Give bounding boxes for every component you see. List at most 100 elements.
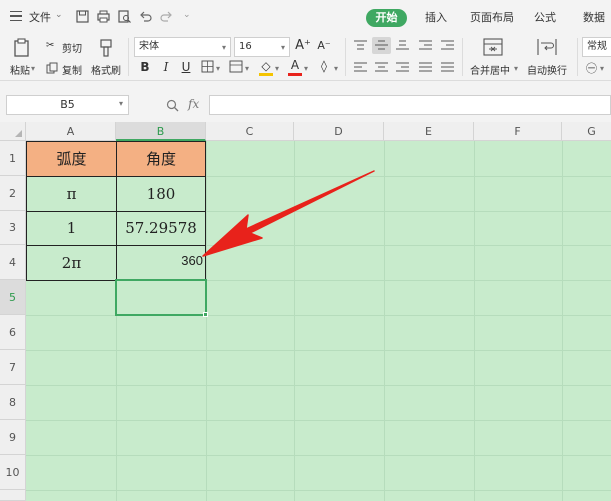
cell-b2[interactable]: 180	[116, 176, 206, 212]
formula-input[interactable]	[209, 95, 611, 115]
fill-color-icon[interactable]: ◇	[258, 58, 274, 74]
column-header-c[interactable]: C	[206, 122, 294, 141]
copy-button[interactable]: 复制	[62, 62, 82, 77]
tab-page-layout[interactable]: 页面布局	[470, 9, 514, 25]
align-left-icon[interactable]	[354, 62, 367, 73]
zoom-search-icon[interactable]	[166, 99, 179, 112]
row-header-4[interactable]: 4	[0, 245, 26, 280]
row-header-11[interactable]	[0, 490, 26, 501]
chevron-down-icon[interactable]: ▾	[119, 99, 123, 108]
cell-a1[interactable]: 弧度	[26, 141, 117, 177]
format-painter-icon[interactable]	[97, 38, 115, 58]
cut-icon[interactable]: ✂	[46, 40, 54, 51]
fill-handle[interactable]	[203, 312, 208, 317]
tab-start[interactable]: 开始	[366, 9, 407, 27]
cell-style-icon[interactable]	[229, 60, 243, 73]
wrap-text-icon[interactable]	[537, 38, 557, 56]
cell-a3[interactable]: 1	[26, 211, 117, 246]
paste-dropdown-icon[interactable]: ▾	[31, 64, 35, 73]
chevron-down-icon[interactable]: ▾	[514, 64, 518, 73]
row-header-2[interactable]: 2	[0, 176, 26, 211]
select-all-corner[interactable]	[0, 122, 26, 141]
chevron-down-icon[interactable]: ▾	[304, 64, 308, 73]
print-icon[interactable]	[97, 10, 110, 23]
bold-button[interactable]: B	[137, 59, 153, 75]
italic-button[interactable]: I	[158, 59, 174, 75]
hamburger-menu-icon[interactable]	[10, 11, 22, 21]
format-painter-button[interactable]: 格式刷	[91, 62, 121, 77]
chevron-down-icon[interactable]: ▾	[600, 64, 604, 73]
divider	[345, 38, 346, 76]
merge-center-icon[interactable]	[483, 38, 503, 56]
print-preview-icon[interactable]	[118, 10, 131, 23]
quick-access-chevron-icon[interactable]: ⌄	[183, 10, 191, 20]
cell-b3[interactable]: 57.29578	[116, 211, 206, 246]
cell-b1[interactable]: 角度	[116, 141, 206, 177]
cell-a4[interactable]: 2π	[26, 245, 117, 281]
chevron-down-icon[interactable]: ▾	[281, 43, 285, 52]
file-menu[interactable]: 文件	[29, 9, 51, 25]
paste-button[interactable]: 粘贴	[10, 62, 30, 77]
active-cell-b5[interactable]	[115, 279, 207, 316]
chevron-down-icon[interactable]: ▾	[245, 64, 249, 73]
align-top-icon[interactable]	[354, 40, 367, 51]
tab-data[interactable]: 数据	[583, 9, 605, 25]
row-header-3[interactable]: 3	[0, 211, 26, 245]
align-bottom-icon[interactable]	[396, 40, 409, 51]
row-header-8[interactable]: 8	[0, 385, 26, 420]
gridline	[562, 141, 563, 501]
currency-icon[interactable]: ㊀	[586, 60, 597, 76]
number-format-select[interactable]: 常规	[582, 37, 611, 57]
save-icon[interactable]	[76, 10, 89, 23]
row-header-6[interactable]: 6	[0, 315, 26, 350]
font-name-select[interactable]: 宋体	[134, 37, 231, 57]
chevron-down-icon[interactable]: ▾	[222, 43, 226, 52]
row-header-9[interactable]: 9	[0, 420, 26, 455]
distributed-align-icon[interactable]	[441, 62, 454, 73]
row-header-1[interactable]: 1	[0, 141, 26, 176]
font-color-icon[interactable]: A	[287, 57, 303, 73]
increase-font-icon[interactable]: A⁺	[295, 38, 311, 54]
gridline	[384, 141, 385, 501]
annotation-arrow	[202, 170, 375, 257]
insert-function-icon[interactable]: fx	[188, 97, 199, 111]
copy-icon[interactable]	[46, 62, 58, 74]
column-header-e[interactable]: E	[384, 122, 474, 141]
column-header-g[interactable]: G	[562, 122, 611, 141]
cell-a2[interactable]: π	[26, 176, 117, 212]
chevron-down-icon[interactable]: ⌄	[55, 10, 63, 20]
gridline	[26, 385, 611, 386]
column-header-a[interactable]: A	[26, 122, 116, 141]
underline-button[interactable]: U	[178, 59, 194, 75]
spreadsheet-grid[interactable]: A B C D E F G 1 2 3 4 5 6 7 8 9 10 弧度 角度…	[0, 122, 611, 501]
row-header-7[interactable]: 7	[0, 350, 26, 385]
decrease-indent-icon[interactable]	[419, 40, 432, 51]
divider	[128, 38, 129, 76]
undo-icon[interactable]	[139, 10, 152, 23]
column-header-b[interactable]: B	[116, 122, 206, 141]
borders-icon[interactable]	[201, 60, 214, 73]
redo-icon[interactable]	[160, 10, 173, 23]
paste-icon[interactable]	[12, 38, 32, 58]
tab-insert[interactable]: 插入	[425, 9, 447, 25]
chevron-down-icon[interactable]: ▾	[334, 64, 338, 73]
column-header-f[interactable]: F	[474, 122, 562, 141]
align-right-icon[interactable]	[396, 62, 409, 73]
tab-formulas[interactable]: 公式	[534, 9, 556, 25]
row-header-10[interactable]: 10	[0, 455, 26, 490]
merge-center-button[interactable]: 合并居中	[470, 62, 510, 77]
clear-format-icon[interactable]: ◊	[316, 58, 332, 74]
wrap-text-button[interactable]: 自动换行	[527, 62, 567, 77]
cut-button[interactable]: 剪切	[62, 40, 82, 55]
increase-indent-icon[interactable]	[441, 40, 454, 51]
column-header-d[interactable]: D	[294, 122, 384, 141]
align-middle-button[interactable]	[372, 37, 391, 54]
chevron-down-icon[interactable]: ▾	[216, 64, 220, 73]
decrease-font-icon[interactable]: A⁻	[316, 38, 332, 54]
align-center-icon[interactable]	[375, 62, 388, 73]
cell-b4[interactable]: 360	[116, 245, 206, 281]
row-header-5[interactable]: 5	[0, 280, 26, 315]
chevron-down-icon[interactable]: ▾	[275, 64, 279, 73]
name-box[interactable]: B5	[6, 95, 129, 115]
justify-icon[interactable]	[419, 62, 432, 73]
